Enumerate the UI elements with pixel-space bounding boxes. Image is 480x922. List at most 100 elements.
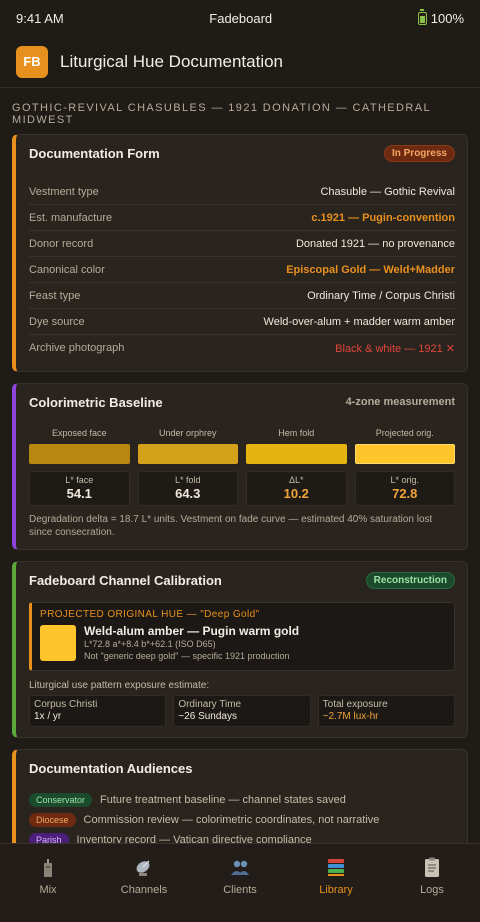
people-icon <box>228 856 252 878</box>
clipboard-icon <box>420 856 444 878</box>
form-value: Episcopal Gold — Weld+Madder <box>286 263 455 276</box>
projected-hue-swatch <box>40 625 76 661</box>
hue-coordinates: L*72.8 a*+8.4 b*+62.1 (ISO D65) <box>84 639 216 649</box>
form-row-canonical-color[interactable]: Canonical color Episcopal Gold — Weld+Ma… <box>29 257 455 283</box>
page-title: Liturgical Hue Documentation <box>60 51 284 71</box>
audience-tag: Diocese <box>29 813 76 827</box>
channel-calibration-card: Fadeboard Channel Calibration Reconstruc… <box>12 561 468 738</box>
zone-swatch <box>137 444 238 464</box>
app-header: FB Liturgical Hue Documentation <box>0 36 480 88</box>
audience-text: Commission review — colorimetric coordin… <box>83 814 380 826</box>
exposure-item-label: Ordinary Time <box>178 699 242 710</box>
zone-label: Projected orig. <box>375 428 434 438</box>
stat-l-orig: L* orig. 72.8 <box>354 471 455 506</box>
form-label: Canonical color <box>29 263 105 276</box>
audience-row-diocese[interactable]: Diocese Commission review — colorimetric… <box>29 810 455 830</box>
zone-swatch <box>246 444 347 464</box>
hue-name: Weld-alum amber — Pugin warm gold <box>84 624 300 638</box>
exposure-item-value: ~2.7M lux-hr <box>322 711 379 722</box>
form-row-vestment-type[interactable]: Vestment type Chasuble — Gothic Revival <box>29 179 455 205</box>
stat-l-face: L* face 54.1 <box>29 471 130 506</box>
colorimetric-baseline-card: Colorimetric Baseline 4-zone measurement… <box>12 383 468 550</box>
status-carrier: Fadeboard <box>209 10 273 26</box>
exposure-item-value: ~26 Sundays <box>178 711 237 722</box>
exposure-label: Liturgical use pattern exposure estimate… <box>29 680 210 691</box>
card-title: Fadeboard Channel Calibration <box>29 572 222 588</box>
tab-label: Library <box>319 884 353 896</box>
zone-projected-orig[interactable]: Projected orig. <box>354 428 455 464</box>
form-label: Est. manufacture <box>29 211 113 224</box>
projected-hue-label: PROJECTED ORIGINAL HUE — "Deep Gold" <box>40 609 260 620</box>
tab-library[interactable]: Library <box>288 856 384 922</box>
audience-text: Future treatment baseline — channel stat… <box>100 794 346 806</box>
status-badge: In Progress <box>383 144 455 162</box>
card-title: Colorimetric Baseline <box>29 394 163 410</box>
form-label: Vestment type <box>29 185 99 198</box>
satellite-dish-icon <box>132 856 156 878</box>
exposure-item-label: Total exposure <box>322 699 388 710</box>
stat-label: ΔL* <box>288 475 304 485</box>
form-value: Chasuble — Gothic Revival <box>320 185 455 198</box>
tab-mix[interactable]: Mix <box>0 856 96 922</box>
stat-label: L* fold <box>174 475 201 485</box>
card-title: Documentation Form <box>29 145 160 161</box>
tab-bar: Mix Channels Clients Library Logs <box>0 843 480 922</box>
form-label: Dye source <box>29 315 85 328</box>
tab-label: Clients <box>223 884 257 896</box>
status-time: 9:41 AM <box>16 10 64 26</box>
books-icon <box>324 856 348 878</box>
stat-value: 54.1 <box>66 486 92 501</box>
zone-under-orphrey[interactable]: Under orphrey <box>137 428 238 464</box>
battery-icon <box>417 8 427 25</box>
app-logo[interactable]: FB <box>16 45 48 78</box>
status-badge: Reconstruction <box>365 571 455 589</box>
stat-l-fold: L* fold 64.3 <box>137 471 238 506</box>
tab-label: Mix <box>39 884 57 896</box>
exposure-corpus-christi: Corpus Christi 1x / yr <box>29 695 167 727</box>
form-value: Black & white — 1921 ✕ <box>335 342 455 355</box>
projected-hue-panel[interactable]: PROJECTED ORIGINAL HUE — "Deep Gold" Wel… <box>29 602 455 671</box>
form-label: Donor record <box>29 237 94 250</box>
stat-value: 10.2 <box>283 486 309 501</box>
stat-delta-l: ΔL* 10.2 <box>246 471 347 506</box>
tab-logs[interactable]: Logs <box>384 856 480 922</box>
form-row-feast-type[interactable]: Feast type Ordinary Time / Corpus Christ… <box>29 283 455 309</box>
form-row-est-manufacture[interactable]: Est. manufacture c.1921 — Pugin-conventi… <box>29 205 455 231</box>
zone-label: Hem fold <box>278 428 315 438</box>
degradation-note: Degradation delta = 18.7 L* units. Vestm… <box>29 514 433 538</box>
form-label: Feast type <box>29 289 81 302</box>
form-value: c.1921 — Pugin-convention <box>311 211 455 224</box>
stat-value: 64.3 <box>175 486 201 501</box>
tab-clients[interactable]: Clients <box>192 856 288 922</box>
tab-channels[interactable]: Channels <box>96 856 192 922</box>
card-title: Documentation Audiences <box>29 760 193 776</box>
zone-swatch <box>29 444 130 464</box>
tab-label: Channels <box>120 884 168 896</box>
context-breadcrumb: GOTHIC-REVIVAL CHASUBLES — 1921 DONATION… <box>12 102 431 126</box>
stat-label: L* orig. <box>390 475 420 485</box>
exposure-item-label: Corpus Christi <box>34 699 98 710</box>
exposure-total: Total exposure ~2.7M lux-hr <box>317 695 455 727</box>
zone-exposed-face[interactable]: Exposed face <box>29 428 130 464</box>
exposure-ordinary-time: Ordinary Time ~26 Sundays <box>173 695 311 727</box>
hue-note: Not "generic deep gold" — specific 1921 … <box>84 651 290 661</box>
form-row-archive-photograph[interactable]: Archive photograph Black & white — 1921 … <box>29 335 455 361</box>
zone-hem-fold[interactable]: Hem fold <box>246 428 347 464</box>
form-label: Archive photograph <box>29 342 125 354</box>
form-row-donor-record[interactable]: Donor record Donated 1921 — no provenanc… <box>29 231 455 257</box>
form-value: Donated 1921 — no provenance <box>295 237 455 250</box>
documentation-form-card: Documentation Form In Progress Vestment … <box>12 134 468 372</box>
form-value: Weld-over-alum + madder warm amber <box>263 315 455 328</box>
tab-label: Logs <box>420 884 444 896</box>
stat-label: L* face <box>65 475 94 485</box>
exposure-item-value: 1x / yr <box>34 711 62 722</box>
audience-row-conservator[interactable]: Conservator Future treatment baseline — … <box>29 790 455 810</box>
zone-label: Under orphrey <box>158 428 217 438</box>
zone-label: Exposed face <box>51 428 107 438</box>
form-value: Ordinary Time / Corpus Christi <box>307 289 455 302</box>
candle-icon <box>36 856 60 878</box>
form-row-dye-source[interactable]: Dye source Weld-over-alum + madder warm … <box>29 309 455 335</box>
battery-label: 100% <box>430 10 464 26</box>
card-meta: 4-zone measurement <box>345 396 455 408</box>
status-battery: 100% <box>417 8 464 26</box>
